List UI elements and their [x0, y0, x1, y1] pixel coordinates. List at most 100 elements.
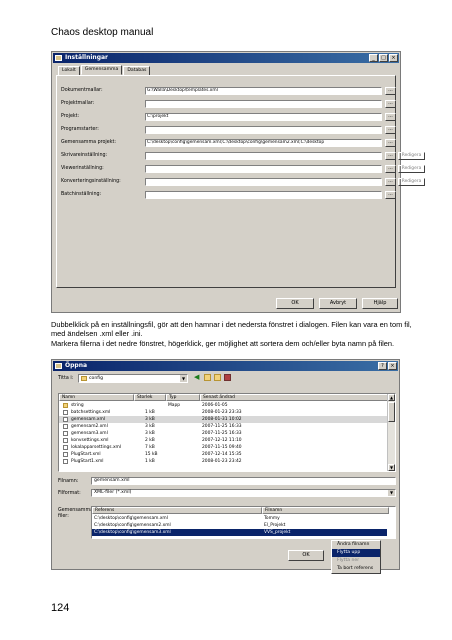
close-button[interactable]: × — [388, 362, 397, 370]
filetype-dropdown[interactable]: XML-filer (*.xml) ▼ — [91, 489, 396, 497]
file-size: 7 kB — [145, 445, 155, 450]
file-name: PlugStart1.xml — [71, 459, 104, 464]
file-list-scrollbar[interactable]: ▲ ▼ — [387, 394, 395, 471]
browse-button[interactable]: ... — [385, 113, 396, 121]
file-modified: 2008-01-31 10:02 — [202, 417, 242, 422]
programstarter-input[interactable] — [145, 126, 382, 134]
minimize-button[interactable]: _ — [369, 54, 378, 62]
cancel-button[interactable]: Avbryt — [319, 298, 357, 309]
ok-button[interactable]: OK — [288, 550, 324, 561]
edit-button[interactable]: Redigera — [398, 165, 425, 173]
file-row[interactable]: string Mapp 2006-01-05 — [59, 402, 387, 409]
settings-dialog: Inställningar _ □ × Lokalt Gemensamma Da… — [51, 51, 425, 313]
file-row[interactable]: batchsettings.xml 1 kB 2008-01-23 23:33 — [59, 409, 387, 416]
column-header-reference[interactable]: Referens — [92, 507, 262, 514]
column-header-name[interactable]: Namn — [59, 394, 134, 401]
new-folder-icon[interactable] — [214, 374, 221, 381]
field-label: Konverteringsinställning: — [61, 179, 121, 184]
column-header-type[interactable]: Typ — [166, 394, 200, 401]
field-label: Gemensamma projekt: — [61, 140, 116, 145]
xml-file-icon — [63, 438, 68, 443]
field-label: Programstarter: — [61, 127, 99, 132]
filetype-value: XML-filer (*.xml) — [94, 490, 132, 495]
xml-file-icon — [63, 431, 68, 436]
file-size: 3 kB — [145, 417, 155, 422]
scrollbar-thumb[interactable] — [388, 402, 395, 422]
filename-input[interactable]: gemensam.xml — [91, 477, 396, 485]
menu-item-remove-reference[interactable]: Ta bort referens — [332, 565, 380, 573]
filetype-label: Filformat: — [58, 491, 81, 496]
help-button[interactable]: Hjälp — [362, 298, 398, 309]
shared-file-row[interactable]: C:\desktop\config\gemensam2.xml El_Proje… — [92, 522, 387, 529]
projektmallar-input[interactable] — [145, 100, 382, 108]
file-row[interactable]: lokalapparsettings.xml 7 kB 2007-11-15 0… — [59, 444, 387, 451]
menu-item-move-up[interactable]: Flytta upp — [332, 549, 380, 557]
xml-file-icon — [63, 410, 68, 415]
back-icon[interactable]: ◀ — [194, 374, 201, 381]
maximize-button[interactable]: □ — [379, 54, 388, 62]
menu-item-rename[interactable]: Ändra filnamn — [332, 541, 380, 549]
look-in-label: Titta i: — [58, 376, 74, 381]
file-row[interactable]: PlugStart1.xml 1 kB 2008-01-23 23:42 — [59, 458, 387, 465]
close-button[interactable]: × — [389, 54, 398, 62]
up-folder-icon[interactable] — [204, 374, 211, 381]
field-label: Projektmallar: — [61, 101, 95, 106]
file-name: lokalapparsettings.xml — [71, 445, 122, 450]
field-label: Dokumentmallar: — [61, 88, 103, 93]
browse-button[interactable]: ... — [385, 87, 396, 95]
view-menu-icon[interactable] — [224, 374, 231, 381]
field-row-konverteringsinstallning: Konverteringsinställning: ... Redigera — [61, 178, 425, 186]
app-icon — [55, 363, 62, 369]
file-size: 3 kB — [145, 424, 155, 429]
file-name: string — [71, 403, 84, 408]
field-row-batchinstallning: Batchinställning: ... — [61, 191, 396, 199]
filename-label: Filnamn: — [58, 479, 79, 484]
scroll-down-icon[interactable]: ▼ — [388, 464, 395, 471]
shared-file-name: Tommy — [264, 516, 280, 521]
file-row[interactable]: gemensam2.xml 3 kB 2007-11-25 16:33 — [59, 423, 387, 430]
page-number: 124 — [51, 602, 70, 614]
file-row[interactable]: konvsettings.xml 2 kB 2007-12-12 11:10 — [59, 437, 387, 444]
look-in-dropdown[interactable]: config ▼ — [78, 374, 188, 383]
browse-button[interactable]: ... — [385, 126, 396, 134]
file-row[interactable]: PlugStart.xml 15 kB 2007-12-14 15:35 — [59, 451, 387, 458]
file-modified: 2006-01-05 — [202, 403, 228, 408]
ok-button[interactable]: OK — [276, 298, 314, 309]
menu-item-move-down[interactable]: Flytta ner — [332, 557, 380, 565]
field-row-viewerinstallning: Viewerinställning: ... Redigera — [61, 165, 425, 173]
field-label: Skrivareinställning: — [61, 153, 108, 158]
gemensamma-projekt-input[interactable]: C:\desktop\config\gemensam.xml;C:\deskto… — [145, 139, 382, 147]
dokumentmallar-input[interactable]: G:\Walla\Desktop\templates.xml — [145, 87, 382, 95]
file-name: gemensam3.xml — [71, 431, 108, 436]
shared-file-row[interactable]: C:\desktop\config\gemensam.xml Tommy — [92, 515, 387, 522]
help-icon[interactable]: ? — [378, 362, 387, 370]
chevron-down-icon[interactable]: ▼ — [180, 375, 187, 382]
browse-button[interactable]: ... — [385, 100, 396, 108]
shared-file-name: El_Projekt — [264, 523, 286, 528]
edit-button[interactable]: Redigera — [398, 178, 425, 186]
file-row-selected[interactable]: gemensam.xml 3 kB 2008-01-31 10:02 — [59, 416, 387, 423]
edit-button[interactable]: Redigera — [398, 152, 425, 160]
look-in-value: config — [89, 376, 104, 381]
tab-gemensamma[interactable]: Gemensamma — [80, 65, 123, 75]
browse-button[interactable]: ... — [385, 178, 396, 186]
field-row-programstarter: Programstarter: ... — [61, 126, 396, 134]
column-header-size[interactable]: Storlek — [134, 394, 166, 401]
app-icon — [55, 55, 62, 61]
browse-button[interactable]: ... — [385, 152, 396, 160]
file-row[interactable]: gemensam3.xml 3 kB 2007-11-25 16:33 — [59, 430, 387, 437]
browse-button[interactable]: ... — [385, 191, 396, 199]
batchinstallning-input[interactable] — [145, 191, 382, 199]
projekt-input[interactable]: C:\projekt — [145, 113, 382, 121]
skrivareinstallning-input[interactable] — [145, 152, 382, 160]
column-header-modified[interactable]: Senast ändrad — [200, 394, 388, 401]
chevron-down-icon[interactable]: ▼ — [388, 490, 395, 496]
shared-file-row-selected[interactable]: C:\desktop\config\gemensam3.xml VVS_proj… — [92, 529, 387, 536]
browse-button[interactable]: ... — [385, 165, 396, 173]
browse-button[interactable]: ... — [385, 139, 396, 147]
scroll-up-icon[interactable]: ▲ — [388, 394, 395, 401]
field-label: Projekt: — [61, 114, 80, 119]
column-header-filename[interactable]: Filnamn — [262, 507, 389, 514]
viewerinstallning-input[interactable] — [145, 165, 382, 173]
konverteringsinstallning-input[interactable] — [145, 178, 382, 186]
